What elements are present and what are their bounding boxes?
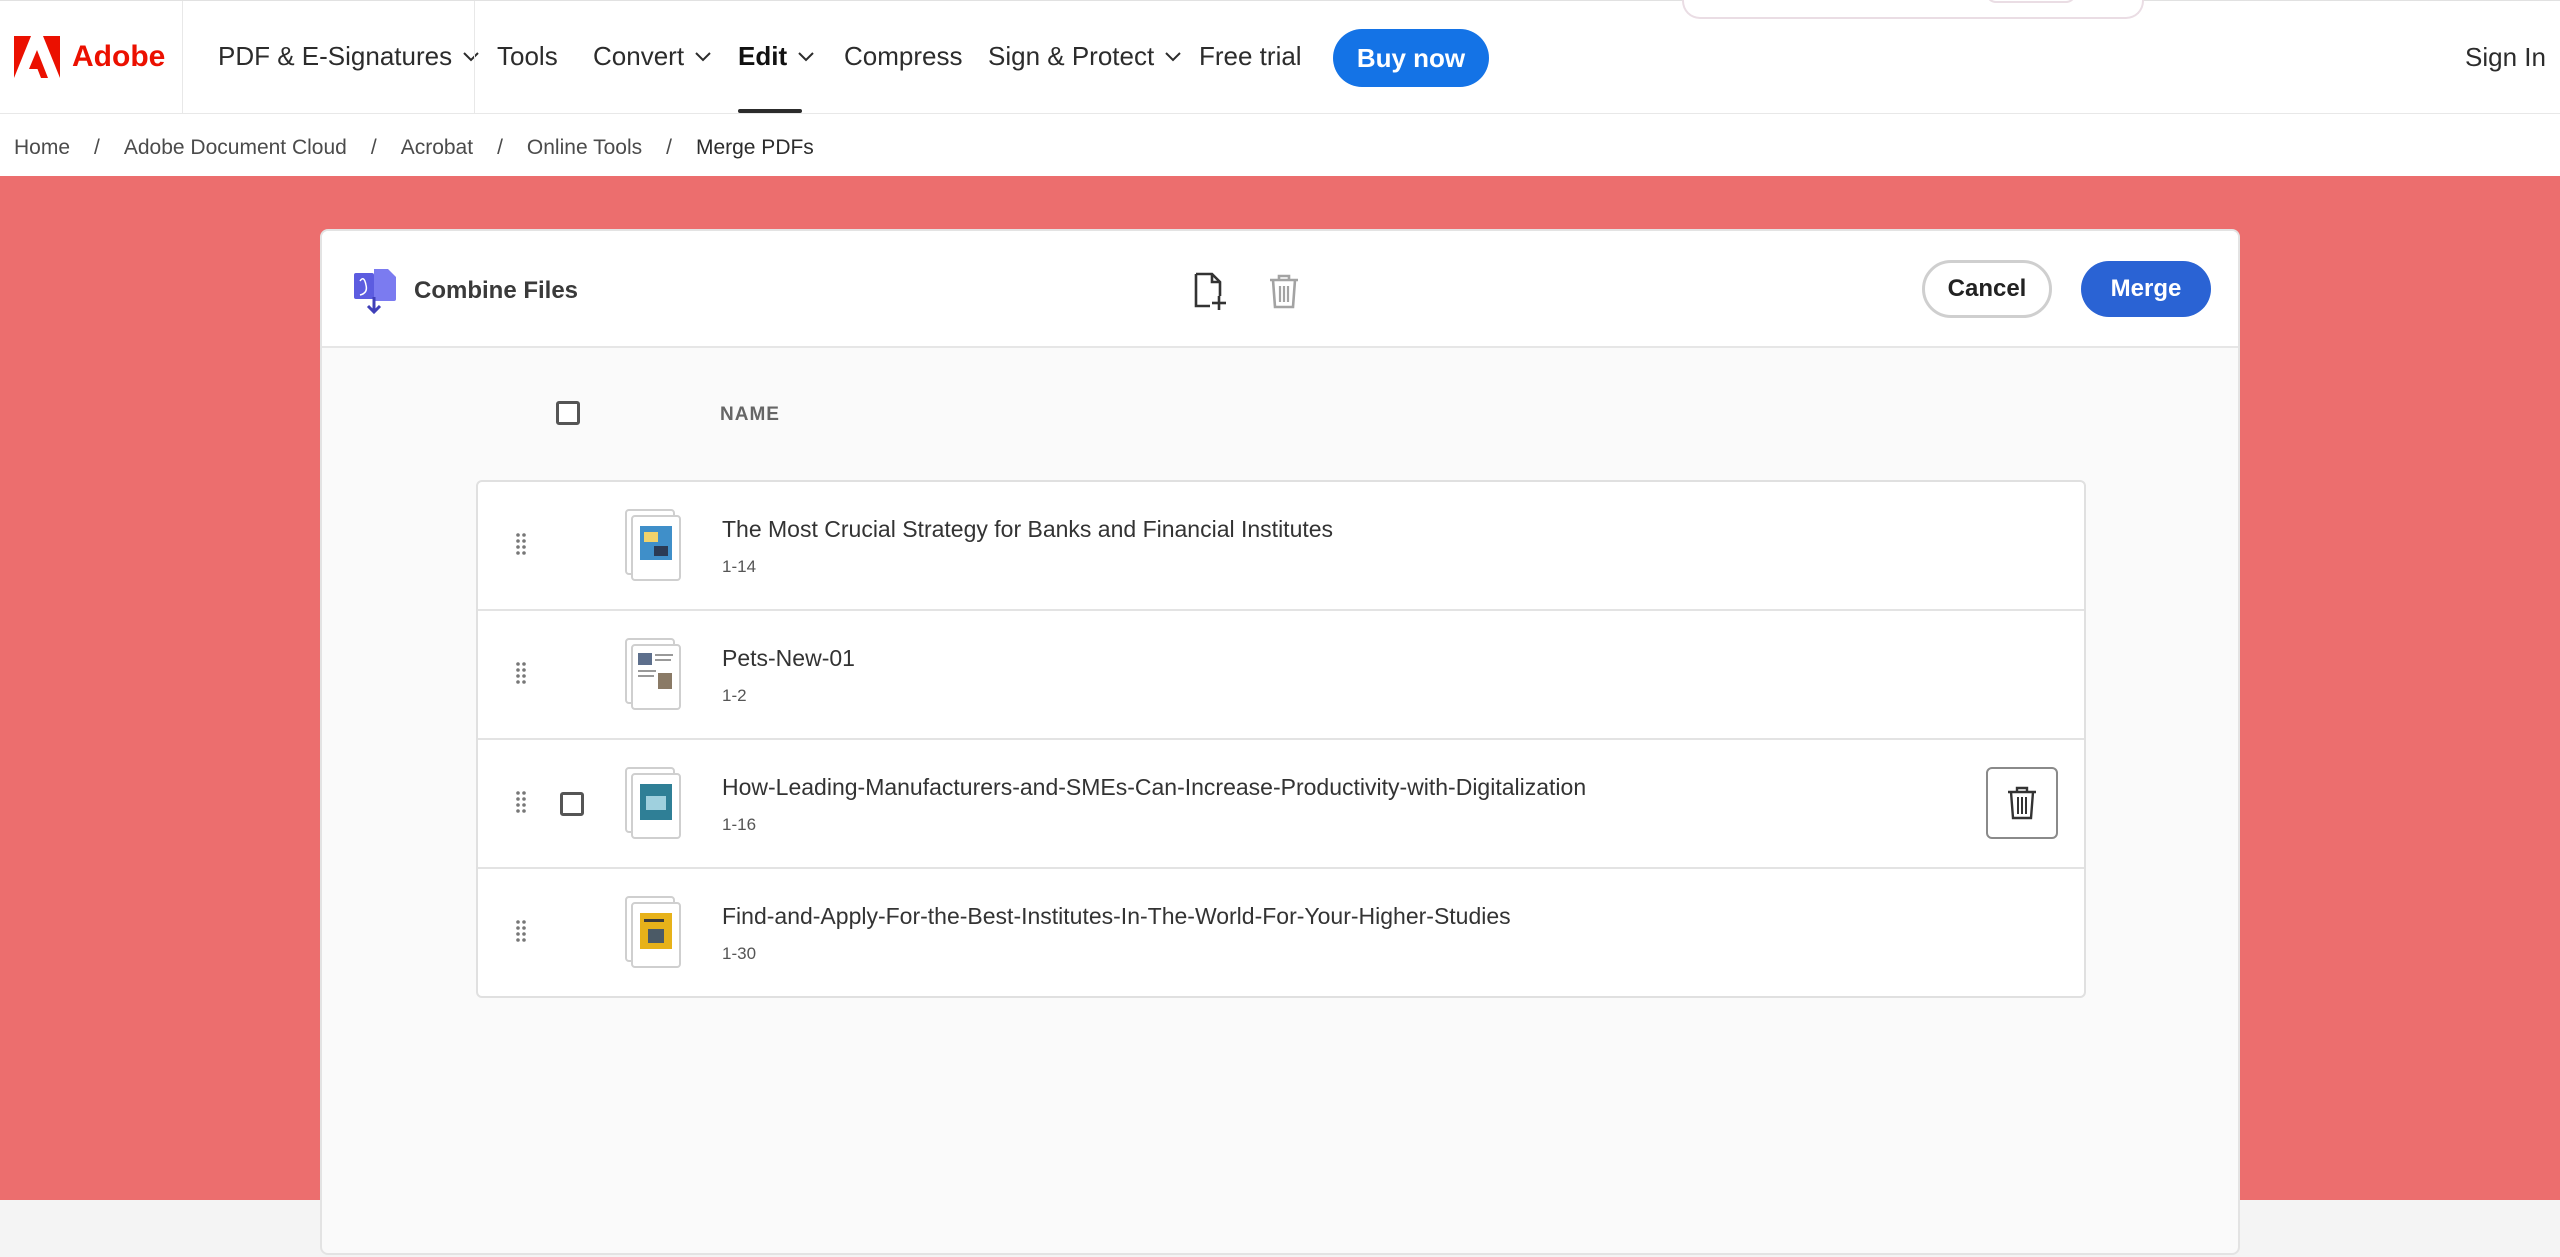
chevron-down-icon — [695, 51, 711, 61]
merge-button[interactable]: Merge — [2081, 261, 2211, 317]
file-name: Pets-New-01 — [722, 645, 855, 671]
nav-sign-protect[interactable]: Sign & Protect — [988, 41, 1182, 72]
nav-free-trial-label: Free trial — [1199, 41, 1302, 71]
panel-header: Combine Files Cancel Merge — [322, 231, 2238, 348]
delete-file-button[interactable] — [1986, 767, 2058, 839]
popup-edge — [1682, 0, 2144, 19]
nav-compress-label: Compress — [844, 41, 963, 71]
trash-icon — [2008, 786, 2036, 820]
nav-divider — [182, 1, 183, 115]
file-page-range: 1-16 — [722, 815, 757, 834]
nav-free-trial[interactable]: Free trial — [1199, 41, 1302, 72]
adobe-logo-icon — [14, 36, 60, 78]
file-name: The Most Crucial Strategy for Banks and … — [722, 516, 1334, 542]
nav-edit-label: Edit — [738, 41, 788, 71]
cancel-button[interactable]: Cancel — [1922, 260, 2052, 318]
buy-now-button[interactable]: Buy now — [1333, 29, 1489, 87]
chevron-down-icon — [798, 51, 814, 61]
combine-files-icon — [354, 269, 396, 315]
chevron-down-icon — [463, 51, 479, 61]
pdf-thumbnail — [625, 509, 681, 581]
file-page-range: 1-2 — [722, 686, 747, 705]
nav-convert[interactable]: Convert — [593, 41, 712, 72]
breadcrumb-separator: / — [666, 136, 672, 159]
file-row[interactable]: Find-and-Apply-For-the-Best-Institutes-I… — [478, 869, 2084, 996]
nav-active-indicator — [738, 109, 802, 113]
brand-name: Adobe — [72, 40, 166, 73]
file-row[interactable]: Pets-New-01 1-2 — [478, 611, 2084, 740]
drag-handle-icon[interactable] — [514, 661, 528, 685]
nav-compress[interactable]: Compress — [844, 41, 962, 72]
nav-edit[interactable]: Edit — [738, 41, 815, 72]
adobe-home-link[interactable]: Adobe — [14, 35, 165, 79]
trash-icon[interactable] — [1264, 271, 1304, 311]
select-all-checkbox[interactable] — [556, 401, 580, 425]
breadcrumb-document-cloud[interactable]: Adobe Document Cloud — [124, 136, 347, 160]
nav-tools-label: Tools — [497, 41, 558, 71]
file-page-range: 1-14 — [722, 557, 757, 576]
drag-handle-icon[interactable] — [514, 919, 528, 943]
combine-files-panel: Combine Files Cancel Merge NAME The Most… — [320, 229, 2240, 1255]
drag-handle-icon[interactable] — [514, 790, 528, 814]
breadcrumb-current: Merge PDFs — [695, 136, 814, 159]
nav-convert-label: Convert — [593, 41, 685, 71]
file-name: Find-and-Apply-For-the-Best-Institutes-I… — [722, 903, 1511, 929]
add-file-icon[interactable] — [1188, 271, 1228, 311]
sign-in-link[interactable]: Sign In — [2465, 42, 2546, 73]
nav-pdf-esign[interactable]: PDF & E-Signatures — [218, 41, 480, 72]
nav-pdf-esign-label: PDF & E-Signatures — [218, 41, 453, 71]
breadcrumb-home[interactable]: Home — [14, 136, 70, 160]
breadcrumb-separator: / — [497, 136, 503, 159]
nav-sign-protect-label: Sign & Protect — [988, 41, 1155, 71]
file-name: How-Leading-Manufacturers-and-SMEs-Can-I… — [722, 774, 1587, 800]
chevron-down-icon — [1165, 51, 1181, 61]
pdf-thumbnail — [625, 896, 681, 968]
column-header-name: NAME — [720, 404, 780, 425]
breadcrumb: Home / Adobe Document Cloud / Acrobat / … — [14, 133, 814, 163]
nav-tools[interactable]: Tools — [497, 41, 558, 72]
breadcrumb-online-tools[interactable]: Online Tools — [527, 136, 642, 160]
top-nav: Adobe PDF & E-Signatures Tools Convert E… — [0, 0, 2560, 115]
drag-handle-icon[interactable] — [514, 532, 528, 556]
pdf-thumbnail — [625, 638, 681, 710]
breadcrumb-acrobat[interactable]: Acrobat — [401, 136, 473, 160]
file-list: The Most Crucial Strategy for Banks and … — [476, 480, 2086, 998]
panel-title: Combine Files — [414, 277, 579, 304]
file-page-range: 1-30 — [722, 944, 757, 963]
file-row[interactable]: How-Leading-Manufacturers-and-SMEs-Can-I… — [478, 740, 2084, 869]
row-checkbox[interactable] — [560, 792, 584, 816]
breadcrumb-separator: / — [94, 136, 100, 159]
pdf-thumbnail — [625, 767, 681, 839]
nav-divider — [474, 1, 475, 115]
file-row[interactable]: The Most Crucial Strategy for Banks and … — [478, 482, 2084, 611]
breadcrumb-separator: / — [370, 136, 377, 159]
